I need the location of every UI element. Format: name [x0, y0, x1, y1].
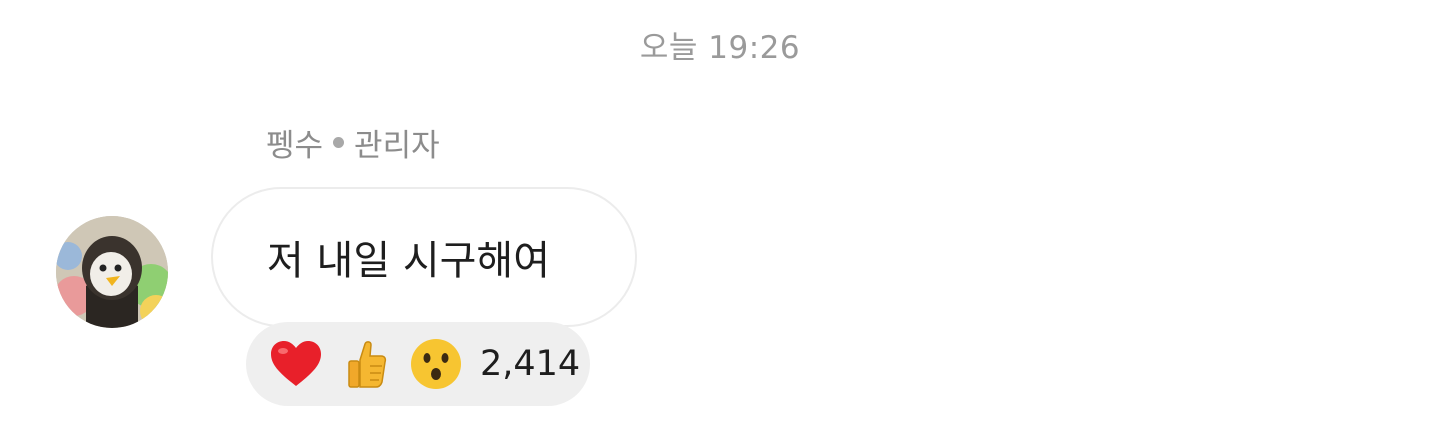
message-bubble[interactable]: 저 내일 시구해여 — [211, 187, 637, 327]
avatar[interactable] — [56, 216, 168, 328]
reaction-count: 2,414 — [480, 344, 581, 384]
chat-view: 오늘 19:26 펭수 관리자 저 내일 시구해여 2,414 — [0, 0, 1440, 424]
heart-icon — [268, 336, 324, 392]
separator-dot — [333, 137, 345, 148]
surprised-face-icon — [408, 336, 464, 392]
date-separator: 오늘 19:26 — [639, 30, 801, 66]
thumbs-up-icon — [338, 336, 394, 392]
message-text: 저 내일 시구해여 — [267, 238, 551, 284]
sender-role: 관리자 — [354, 128, 440, 164]
reaction-bar[interactable]: 2,414 — [246, 322, 590, 406]
sender-line: 펭수 관리자 — [266, 120, 440, 165]
sender-name[interactable]: 펭수 — [266, 120, 323, 165]
